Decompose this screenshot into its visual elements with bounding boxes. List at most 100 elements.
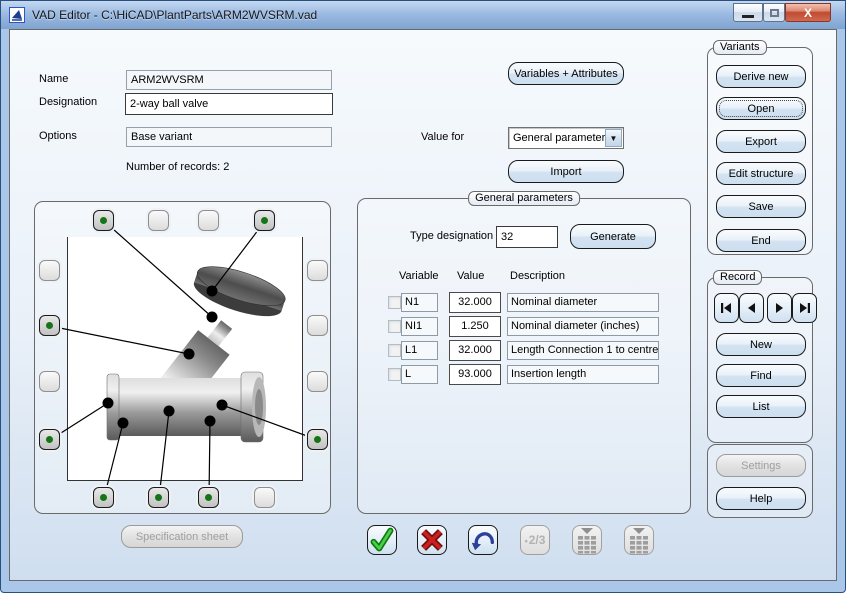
name-field[interactable]: ARM2WVSRM xyxy=(126,70,332,90)
minimize-icon xyxy=(742,15,754,18)
dialog-client-area: Name ARM2WVSRM Designation 2-way ball va… xyxy=(9,29,837,581)
row-checkbox[interactable] xyxy=(388,368,401,381)
description-cell: Insertion length xyxy=(507,365,659,384)
row-checkbox[interactable] xyxy=(388,296,401,309)
variable-name-cell: N1 xyxy=(401,293,438,312)
options-label: Options xyxy=(39,130,77,142)
connection-toggle-bottom-3[interactable] xyxy=(198,487,219,508)
general-parameters-group: General parameters Type designation 32 G… xyxy=(357,198,691,514)
maximize-icon xyxy=(770,9,779,17)
type-designation-field[interactable]: 32 xyxy=(496,226,558,248)
row-checkbox[interactable] xyxy=(388,320,401,333)
variable-name-cell: NI1 xyxy=(401,317,438,336)
undo-button[interactable] xyxy=(468,525,498,555)
connection-toggle-bottom-1[interactable] xyxy=(93,487,114,508)
designation-field[interactable]: 2-way ball valve xyxy=(125,93,333,115)
description-cell: Length Connection 1 to centre xyxy=(507,341,659,360)
vad-editor-window: VAD Editor - C:\HiCAD\PlantParts\ARM2WVS… xyxy=(0,0,846,593)
value-input[interactable]: 1.250 xyxy=(449,316,501,337)
column-header-variable: Variable xyxy=(399,270,439,282)
active-dot-icon xyxy=(100,217,107,224)
cancel-button[interactable] xyxy=(417,525,447,555)
connection-toggle-right-4[interactable] xyxy=(307,429,328,450)
connection-toggle-left-1[interactable] xyxy=(39,260,60,281)
import-button[interactable]: Import xyxy=(508,160,624,183)
settings-button: Settings xyxy=(716,454,806,477)
new-record-button[interactable]: New xyxy=(716,333,806,356)
last-record-icon xyxy=(798,301,811,315)
apply-button[interactable] xyxy=(367,525,397,555)
active-dot-icon xyxy=(46,322,53,329)
help-button[interactable]: Help xyxy=(716,487,806,510)
settings-help-group: Settings Help xyxy=(707,444,813,518)
row-checkbox[interactable] xyxy=(388,344,401,357)
connection-toggle-right-2[interactable] xyxy=(307,315,328,336)
valve-connection-diagram xyxy=(35,202,332,515)
first-record-icon xyxy=(720,301,733,315)
close-button[interactable]: X xyxy=(785,3,831,22)
variants-group: Variants Derive new Open Export Edit str… xyxy=(707,47,813,255)
connection-toggle-top-4[interactable] xyxy=(254,210,275,231)
record-previous-button[interactable] xyxy=(739,293,764,323)
title-bar[interactable]: VAD Editor - C:\HiCAD\PlantParts\ARM2WVS… xyxy=(1,1,845,29)
active-dot-icon xyxy=(46,436,53,443)
value-input[interactable]: 93.000 xyxy=(449,364,501,385)
variable-name-cell: L xyxy=(401,365,438,384)
record-last-button[interactable] xyxy=(792,293,817,323)
record-first-button[interactable] xyxy=(714,293,739,323)
chevron-down-icon[interactable]: ▼ xyxy=(605,129,622,147)
minimize-button[interactable] xyxy=(733,3,763,22)
variants-group-label: Variants xyxy=(713,40,767,55)
general-parameters-group-label: General parameters xyxy=(468,191,580,206)
value-for-select[interactable]: General parameters ▼ xyxy=(508,127,624,149)
connection-toggle-top-1[interactable] xyxy=(93,210,114,231)
open-button[interactable]: Open xyxy=(716,97,806,120)
list-records-button[interactable]: List xyxy=(716,395,806,418)
save-button[interactable]: Save xyxy=(716,195,806,218)
end-button[interactable]: End xyxy=(716,229,806,252)
connection-toggle-right-3[interactable] xyxy=(307,371,328,392)
preview-group xyxy=(34,201,331,514)
description-cell: Nominal diameter xyxy=(507,293,659,312)
connection-toggle-bottom-4[interactable] xyxy=(254,487,275,508)
active-dot-icon xyxy=(155,494,162,501)
page-indicator-button: •2/3 xyxy=(520,525,550,555)
column-header-description: Description xyxy=(510,270,565,282)
value-for-selected: General parameters xyxy=(513,128,611,148)
active-dot-icon xyxy=(314,436,321,443)
type-designation-label: Type designation xyxy=(410,230,493,242)
record-table-button xyxy=(572,525,602,555)
close-icon: X xyxy=(804,6,812,20)
active-dot-icon xyxy=(205,494,212,501)
record-group: Record New Find List xyxy=(707,277,813,443)
generate-button[interactable]: Generate xyxy=(570,224,656,249)
variables-attributes-button[interactable]: Variables + Attributes xyxy=(508,62,624,85)
records-count-text: Number of records: 2 xyxy=(126,161,229,173)
connection-toggle-left-2[interactable] xyxy=(39,315,60,336)
connection-toggle-right-1[interactable] xyxy=(307,260,328,281)
derive-new-button[interactable]: Derive new xyxy=(716,65,806,88)
value-input[interactable]: 32.000 xyxy=(449,340,501,361)
connection-toggle-left-3[interactable] xyxy=(39,371,60,392)
name-label: Name xyxy=(39,73,68,85)
window-title: VAD Editor - C:\HiCAD\PlantParts\ARM2WVS… xyxy=(32,8,317,22)
export-button[interactable]: Export xyxy=(716,130,806,153)
connection-toggle-top-3[interactable] xyxy=(198,210,219,231)
record-next-button[interactable] xyxy=(767,293,792,323)
red-cross-icon xyxy=(418,526,446,554)
record-group-label: Record xyxy=(713,270,762,285)
connection-toggle-left-4[interactable] xyxy=(39,429,60,450)
bullet-icon: • xyxy=(525,536,528,546)
column-header-value: Value xyxy=(457,270,484,282)
maximize-button[interactable] xyxy=(763,3,785,22)
connection-toggle-top-2[interactable] xyxy=(148,210,169,231)
designation-label: Designation xyxy=(39,96,97,108)
connection-toggle-bottom-2[interactable] xyxy=(148,487,169,508)
options-field[interactable]: Base variant xyxy=(126,127,332,147)
edit-structure-button[interactable]: Edit structure xyxy=(716,162,806,185)
value-input[interactable]: 32.000 xyxy=(449,292,501,313)
description-cell: Nominal diameter (inches) xyxy=(507,317,659,336)
find-record-button[interactable]: Find xyxy=(716,364,806,387)
table-dropdown-icon xyxy=(575,527,599,554)
app-icon xyxy=(9,7,25,23)
